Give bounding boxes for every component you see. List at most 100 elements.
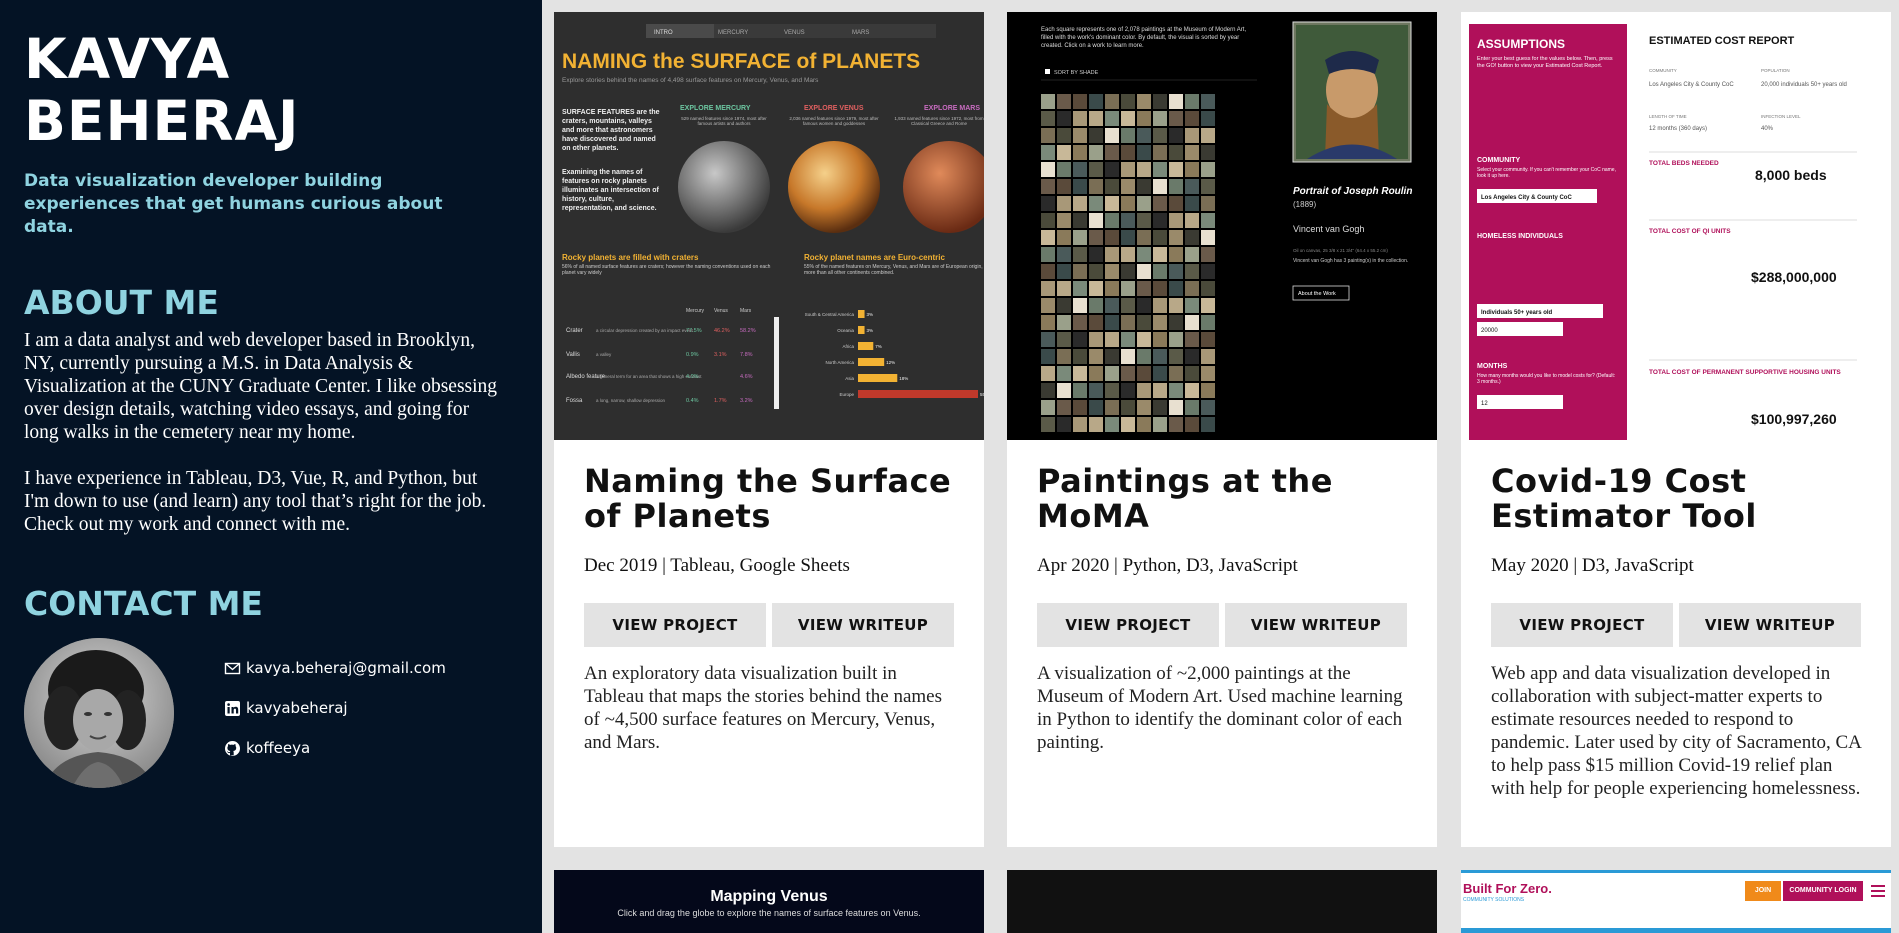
- report-col-value: 40%: [1761, 126, 1774, 132]
- painting-swatch: [1201, 247, 1215, 262]
- painting-swatch: [1169, 162, 1183, 177]
- project-thumbnail-planets[interactable]: INTRO MERCURY VENUS MARS NAMING the SURF…: [554, 12, 984, 440]
- thumb-tab-0: INTRO: [654, 30, 673, 36]
- painting-swatch: [1185, 247, 1199, 262]
- view-writeup-button[interactable]: VIEW WRITEUP: [1225, 603, 1407, 647]
- painting-swatch: [1201, 179, 1215, 194]
- assumptions-text: Enter your best guess for the values bel…: [1477, 56, 1613, 69]
- painting-swatch: [1073, 264, 1087, 279]
- community-text: Select your community. If you can't reme…: [1477, 167, 1616, 179]
- painting-swatch: [1185, 332, 1199, 347]
- report-row-label: TOTAL BEDS NEEDED: [1649, 160, 1719, 167]
- painting-swatch: [1057, 383, 1071, 398]
- painting-swatch: [1153, 332, 1167, 347]
- painting-swatch: [1169, 145, 1183, 160]
- thumb-planet-label-1: EXPLORE VENUS: [804, 105, 864, 112]
- painting-swatch: [1121, 94, 1135, 109]
- origin-bar-value: 18%: [899, 376, 908, 381]
- painting-swatch: [1073, 128, 1087, 143]
- painting-swatch: [1185, 179, 1199, 194]
- linkedin-text: kavyabeheraj: [246, 699, 348, 717]
- table-cell: 4.6%: [740, 374, 753, 380]
- bfz-login-button[interactable]: COMMUNITY LOGIN: [1783, 881, 1863, 901]
- project-card-moma: Each square represents one of 2,078 pain…: [1007, 12, 1437, 847]
- project-thumbnail-covid[interactable]: ASSUMPTIONS Enter your best guess for th…: [1461, 12, 1891, 440]
- painting-swatch: [1073, 298, 1087, 313]
- painting-swatch: [1041, 179, 1055, 194]
- painting-swatch: [1041, 400, 1055, 415]
- painting-swatch: [1089, 128, 1103, 143]
- painting-swatch: [1153, 298, 1167, 313]
- view-writeup-button[interactable]: VIEW WRITEUP: [772, 603, 954, 647]
- painting-swatch: [1089, 417, 1103, 432]
- homeless-input: 20000: [1481, 328, 1498, 334]
- painting-swatch: [1121, 383, 1135, 398]
- github-text: koffeeya: [246, 739, 311, 757]
- painting-swatch: [1105, 196, 1119, 211]
- painting-swatch: [1201, 332, 1215, 347]
- origin-bar-label: Africa: [842, 344, 854, 349]
- table-cell: 58.2%: [740, 328, 756, 334]
- email-link[interactable]: kavya.beheraj@gmail.com: [224, 648, 446, 688]
- painting-swatch: [1201, 213, 1215, 228]
- thumb-planet-count-0: 529 named features since 1974, most afte…: [681, 116, 767, 126]
- origin-bar: [858, 358, 885, 366]
- painting-swatch: [1201, 298, 1215, 313]
- github-link[interactable]: koffeeya: [224, 728, 446, 768]
- view-writeup-button[interactable]: VIEW WRITEUP: [1679, 603, 1861, 647]
- painting-swatch: [1105, 162, 1119, 177]
- linkedin-link[interactable]: kavyabeheraj: [224, 688, 446, 728]
- painting-swatch: [1105, 94, 1119, 109]
- project-thumbnail-dark[interactable]: [1007, 870, 1437, 933]
- painting-swatch: [1137, 298, 1151, 313]
- painting-swatch: [1089, 400, 1103, 415]
- painting-swatch: [1041, 230, 1055, 245]
- thumb-tab-2: VENUS: [784, 30, 805, 36]
- painting-swatch: [1153, 145, 1167, 160]
- painting-swatch: [1105, 247, 1119, 262]
- months-label: MONTHS: [1477, 363, 1508, 370]
- report-col-value: 20,000 individuals 50+ years old: [1761, 82, 1847, 88]
- envelope-icon: [224, 660, 241, 677]
- thumb-tab-1: MERCURY: [718, 30, 748, 36]
- painting-swatch: [1089, 281, 1103, 296]
- painting-swatch: [1057, 315, 1071, 330]
- view-project-button[interactable]: VIEW PROJECT: [584, 603, 766, 647]
- painting-swatch: [1057, 128, 1071, 143]
- hamburger-menu-icon[interactable]: [1871, 885, 1885, 897]
- painting-swatch: [1185, 94, 1199, 109]
- painting-swatch: [1169, 400, 1183, 415]
- origin-bar: [858, 326, 865, 334]
- painting-swatch: [1121, 247, 1135, 262]
- painting-swatch: [1153, 247, 1167, 262]
- report-col-label: COMMUNITY: [1649, 68, 1677, 73]
- painting-swatch: [1105, 383, 1119, 398]
- painting-swatch: [1201, 315, 1215, 330]
- painting-swatch: [1185, 230, 1199, 245]
- painting-swatch: [1041, 213, 1055, 228]
- painting-swatch: [1041, 162, 1055, 177]
- project-thumbnail-moma[interactable]: Each square represents one of 2,078 pain…: [1007, 12, 1437, 440]
- painting-swatch: [1137, 94, 1151, 109]
- painting-swatch: [1121, 264, 1135, 279]
- euro-heading: Rocky planet names are Euro-centric: [804, 253, 945, 262]
- painting-swatch: [1105, 417, 1119, 432]
- contact-heading: CONTACT ME: [24, 584, 263, 623]
- thumb-subtitle: Explore stories behind the names of 4,49…: [562, 77, 819, 84]
- table-row-desc: a circular depression created by an impa…: [596, 328, 694, 333]
- painting-swatch: [1153, 94, 1167, 109]
- assumptions-title: ASSUMPTIONS: [1477, 37, 1565, 51]
- view-project-button[interactable]: VIEW PROJECT: [1037, 603, 1219, 647]
- report-col-label: POPULATION: [1761, 68, 1790, 73]
- sidebar: KAVYA BEHERAJ Data visualization develop…: [0, 0, 542, 933]
- craters-heading: Rocky planets are filled with craters: [562, 253, 699, 262]
- painting-swatch: [1153, 366, 1167, 381]
- project-thumbnail-venus[interactable]: Mapping Venus Click and drag the globe t…: [554, 870, 984, 933]
- painting-swatch: [1057, 247, 1071, 262]
- painting-swatch: [1041, 128, 1055, 143]
- bfz-join-button[interactable]: JOIN: [1745, 881, 1781, 901]
- painting-swatch: [1121, 298, 1135, 313]
- painting-swatch: [1169, 332, 1183, 347]
- view-project-button[interactable]: VIEW PROJECT: [1491, 603, 1673, 647]
- project-thumbnail-bfz[interactable]: Built For Zero. COMMUNITY SOLUTIONS JOIN…: [1461, 870, 1891, 933]
